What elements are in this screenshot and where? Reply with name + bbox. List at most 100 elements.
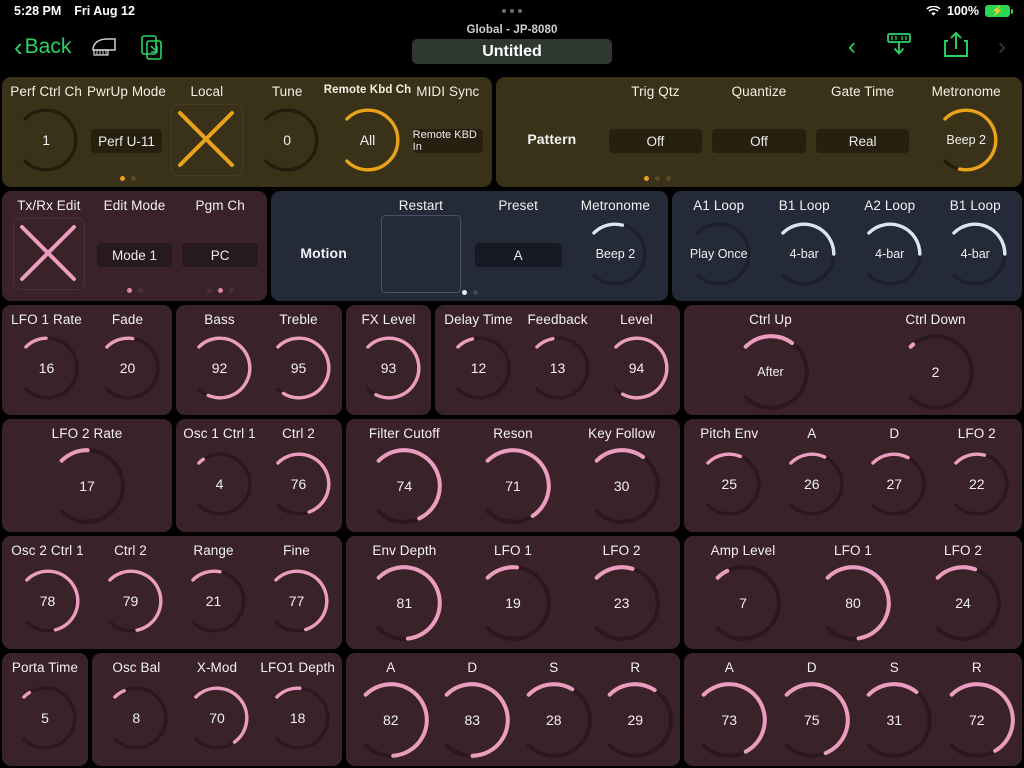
- knob-r[interactable]: 29: [596, 681, 674, 759]
- knob-lfo-2[interactable]: 23: [583, 564, 661, 642]
- panel-filter-env-depth: Env Depth 81 LFO 1 19 LFO 2 23: [346, 536, 680, 649]
- control-label-r: R: [971, 660, 982, 675]
- knob-a2-loop[interactable]: 4-bar: [857, 221, 923, 287]
- share-upload-icon[interactable]: [942, 31, 970, 63]
- panel-pitch-env: Pitch Env 25 A 26 D 27 LFO 2 22: [684, 419, 1022, 532]
- knob-d[interactable]: 27: [861, 451, 927, 517]
- page-dots[interactable]: [126, 288, 143, 293]
- knob-s[interactable]: 28: [515, 681, 593, 759]
- patch-name-field[interactable]: Untitled: [412, 39, 612, 64]
- status-date: Fri Aug 12: [74, 4, 135, 18]
- piano-icon[interactable]: [89, 32, 119, 62]
- control-label-lfo1-depth: LFO1 Depth: [260, 660, 335, 675]
- knob-lfo-2-rate[interactable]: 17: [48, 447, 126, 525]
- panel-motion: Motion Restart Preset A Metronome Beep 2: [271, 191, 668, 301]
- panel-osc2: Osc 2 Ctrl 1 78 Ctrl 2 79 Range 21 Fine 77: [2, 536, 342, 649]
- knob-a[interactable]: 26: [779, 451, 845, 517]
- control-label-ctrl-2: Ctrl 2: [282, 426, 315, 441]
- knob-b1-loop[interactable]: 4-bar: [942, 221, 1008, 287]
- knob-level[interactable]: 94: [604, 335, 670, 401]
- value-button-pwrup-mode[interactable]: Perf U-11: [91, 129, 162, 153]
- knob-perf-ctrl-ch[interactable]: 1: [13, 107, 79, 173]
- knob-osc-bal[interactable]: 8: [103, 685, 169, 751]
- knob-bass[interactable]: 92: [187, 335, 253, 401]
- value-button-edit-mode[interactable]: Mode 1: [96, 243, 173, 267]
- knob-lfo-1[interactable]: 80: [814, 564, 892, 642]
- restart-button[interactable]: [380, 215, 461, 293]
- knob-amp-level[interactable]: 7: [704, 564, 782, 642]
- knob-key-follow[interactable]: 30: [583, 447, 661, 525]
- status-time: 5:28 PM: [14, 4, 62, 18]
- knob-x-mod[interactable]: 70: [184, 685, 250, 751]
- knob-metronome[interactable]: Beep 2: [582, 221, 648, 287]
- page-dots[interactable]: [120, 176, 136, 181]
- knob-pitch-env[interactable]: 25: [696, 451, 762, 517]
- knob-fx-level[interactable]: 93: [356, 335, 422, 401]
- knob-metronome[interactable]: Beep 2: [933, 107, 999, 173]
- knob-remote-kbd-ch[interactable]: All: [335, 107, 401, 173]
- knob-a[interactable]: 73: [690, 681, 768, 759]
- knob-lfo-2[interactable]: 22: [944, 451, 1010, 517]
- knob-filter-cutoff[interactable]: 74: [365, 447, 443, 525]
- control-label-fx-level: FX Level: [361, 312, 416, 327]
- knob-ctrl-2[interactable]: 76: [266, 451, 332, 517]
- page-dots[interactable]: [206, 288, 234, 293]
- panel-filter-adsr: A 82 D 83 S 28 R 29: [346, 653, 680, 766]
- knob-osc-1-ctrl-1[interactable]: 4: [187, 451, 253, 517]
- value-button-preset[interactable]: A: [474, 243, 562, 267]
- control-label-metronome: Metronome: [580, 198, 650, 213]
- knob-ctrl-2[interactable]: 79: [98, 568, 164, 634]
- back-label: Back: [24, 35, 72, 58]
- back-button[interactable]: ‹ Back: [14, 34, 71, 60]
- knob-delay-time[interactable]: 12: [446, 335, 512, 401]
- battery-percent-label: 100%: [947, 4, 979, 18]
- knob-osc-2-ctrl-1[interactable]: 78: [15, 568, 81, 634]
- knob-feedback[interactable]: 13: [525, 335, 591, 401]
- knob-range[interactable]: 21: [181, 568, 247, 634]
- patch-subtitle: Global - JP-8080: [466, 24, 558, 36]
- knob-tune[interactable]: 0: [254, 107, 320, 173]
- knob-b1-loop[interactable]: 4-bar: [771, 221, 837, 287]
- knob-d[interactable]: 75: [773, 681, 851, 759]
- document-copy-icon[interactable]: [137, 32, 167, 62]
- value-button-gate-time[interactable]: Real: [815, 129, 910, 153]
- panel-fx: FX Level 93: [346, 305, 431, 415]
- control-label-lfo-2: LFO 2: [602, 543, 641, 558]
- knob-reson[interactable]: 71: [474, 447, 552, 525]
- toggle-box-tx-rx-edit[interactable]: [12, 218, 85, 290]
- page-dots[interactable]: [644, 176, 671, 181]
- page-dots[interactable]: [461, 290, 478, 295]
- knob-r[interactable]: 72: [938, 681, 1016, 759]
- knob-lfo-1[interactable]: 19: [474, 564, 552, 642]
- knob-s[interactable]: 31: [855, 681, 933, 759]
- knob-treble[interactable]: 95: [266, 335, 332, 401]
- control-label-porta-time: Porta Time: [11, 660, 79, 675]
- ios-status-bar: 5:28 PM Fri Aug 12 100% ⚡: [0, 0, 1024, 22]
- knob-a1-loop[interactable]: Play Once: [686, 221, 752, 287]
- control-label-metronome: Metronome: [931, 84, 1001, 99]
- prev-patch-icon[interactable]: ‹: [848, 33, 856, 61]
- chevron-left-icon: ‹: [14, 32, 23, 62]
- knob-lfo-1-rate[interactable]: 16: [14, 335, 80, 401]
- knob-a[interactable]: 82: [352, 681, 430, 759]
- knob-lfo1-depth[interactable]: 18: [265, 685, 331, 751]
- next-patch-icon[interactable]: ›: [998, 33, 1006, 61]
- control-label-lfo-2-rate: LFO 2 Rate: [51, 426, 123, 441]
- knob-fade[interactable]: 20: [95, 335, 161, 401]
- value-button-quantize[interactable]: Off: [712, 129, 806, 153]
- value-button-pgm-ch[interactable]: PC: [182, 243, 258, 267]
- value-button-trig-qtz[interactable]: Off: [608, 129, 703, 153]
- value-button-midi-sync[interactable]: Remote KBD In: [412, 129, 483, 153]
- toggle-box-local[interactable]: [170, 104, 243, 176]
- patch-title-group: Global - JP-8080 Untitled: [412, 22, 612, 64]
- knob-lfo-2[interactable]: 24: [924, 564, 1002, 642]
- knob-d[interactable]: 83: [433, 681, 511, 759]
- import-download-icon[interactable]: [884, 32, 914, 63]
- knob-porta-time[interactable]: 5: [12, 685, 78, 751]
- knob-env-depth[interactable]: 81: [365, 564, 443, 642]
- knob-ctrl-up[interactable]: After: [732, 333, 810, 411]
- knob-ctrl-down[interactable]: 2: [897, 333, 975, 411]
- panel-loops: A1 Loop Play Once B1 Loop 4-bar A2 Loop 4-bar…: [672, 191, 1022, 301]
- knob-fine[interactable]: 77: [264, 568, 330, 634]
- panel-filter: Filter Cutoff 74 Reson 71 Key Follow 30: [346, 419, 680, 532]
